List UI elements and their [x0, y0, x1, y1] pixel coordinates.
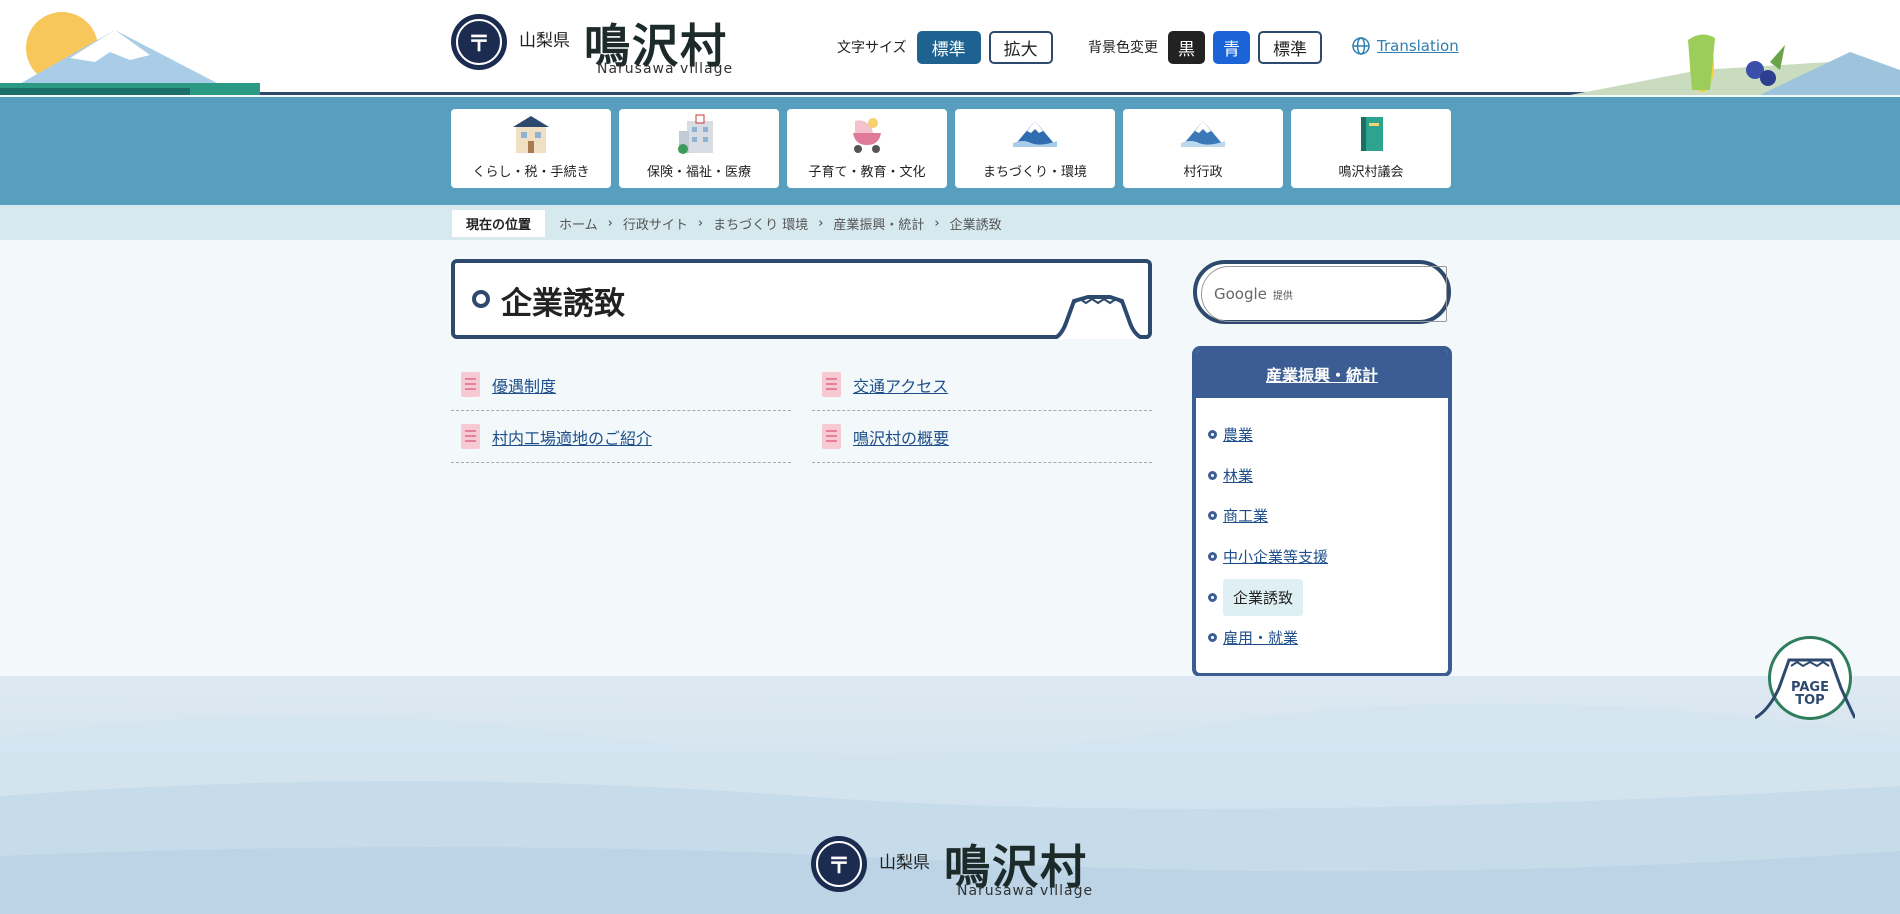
- font-size-standard-button[interactable]: 標準: [916, 30, 981, 64]
- site-footer: 〒 山梨県 鳴沢村 Narusawa village: [0, 676, 1900, 914]
- document-icon: [822, 424, 841, 449]
- list-item: 鳴沢村の概要: [812, 411, 1152, 463]
- village-emblem-icon: 〒: [811, 836, 867, 892]
- breadcrumb-band: 現在の位置 ホーム › 行政サイト › まちづくり 環境 › 産業振興・統計 ›…: [0, 205, 1900, 240]
- chevron-right-icon: ›: [697, 216, 704, 231]
- sidebar-item-employment: 雇用・就業: [1208, 617, 1448, 658]
- hospital-icon: [678, 114, 713, 154]
- title-bullet-icon: [472, 290, 490, 308]
- sidebar-item-business-attraction: 企業誘致: [1208, 577, 1448, 618]
- list-item: 交通アクセス: [812, 359, 1152, 411]
- font-size-switcher: 文字サイズ 標準 拡大: [837, 30, 1053, 64]
- translation-label: Translation: [1377, 37, 1459, 55]
- provided-label: 提供: [1272, 290, 1293, 302]
- nav-town-planning-environment[interactable]: まちづくり・環境: [955, 109, 1115, 188]
- breadcrumb-here-label: 現在の位置: [452, 210, 546, 237]
- nav-living-tax-procedures[interactable]: くらし・税・手続き: [451, 109, 611, 188]
- list-item: 村内工場適地のご紹介: [451, 411, 791, 463]
- bg-color-label: 背景色変更: [1088, 40, 1158, 56]
- mount-fuji-illustration: [0, 0, 270, 95]
- page-top-label: PAGE TOP: [1791, 680, 1829, 708]
- sidebar-item-commerce: 商工業: [1208, 495, 1448, 536]
- nav-insurance-welfare-medical[interactable]: 保険・福祉・医療: [619, 109, 779, 188]
- page-title-box: 企業誘致: [451, 259, 1152, 339]
- content-link-list: 優遇制度 交通アクセス 村内工場適地のご紹介 鳴沢村の概要: [451, 359, 1152, 463]
- sidebar-item-forestry: 林業: [1208, 455, 1448, 496]
- background-color-switcher: 背景色変更 黒 青 標準: [1088, 30, 1322, 64]
- footer-logo-roman-name: Narusawa village: [957, 883, 1094, 899]
- list-item: 優遇制度: [451, 359, 791, 411]
- document-icon: [461, 424, 480, 449]
- book-icon: [1361, 117, 1383, 151]
- sidebar-submenu: 産業振興・統計 農業 林業 商工業 中小企業等支援 企業誘致 雇用・就業: [1192, 346, 1452, 677]
- footer-logo[interactable]: 〒 山梨県 鳴沢村 Narusawa village: [811, 830, 1101, 902]
- sidebar-heading-link[interactable]: 産業振興・統計: [1266, 362, 1378, 386]
- breadcrumb-current: 企業誘致: [949, 218, 1002, 233]
- search-input[interactable]: Google 提供: [1201, 266, 1447, 322]
- bullet-icon: [1208, 551, 1217, 561]
- chevron-right-icon: ›: [818, 216, 824, 231]
- logo-prefecture: 山梨県: [519, 31, 570, 51]
- baby-stroller-icon: [853, 118, 881, 153]
- globe-icon: [1352, 37, 1370, 55]
- logo-roman-name: Narusawa village: [597, 61, 734, 77]
- nav-childcare-education-culture[interactable]: 子育て・教育・文化: [787, 109, 947, 188]
- breadcrumb: 現在の位置 ホーム › 行政サイト › まちづくり 環境 › 産業振興・統計 ›…: [452, 210, 1002, 237]
- sidebar-item-sme-support: 中小企業等支援: [1208, 536, 1448, 577]
- bg-standard-button[interactable]: 標準: [1258, 30, 1322, 64]
- bg-black-button[interactable]: 黒: [1168, 30, 1205, 64]
- corn-and-berry-illustration: [1570, 0, 1900, 95]
- bullet-icon: [1208, 470, 1217, 480]
- chevron-right-icon: ›: [934, 216, 940, 231]
- site-search: Google 提供: [1193, 260, 1451, 324]
- google-label: Google: [1214, 285, 1267, 303]
- link-preferential-system[interactable]: 優遇制度: [492, 373, 556, 397]
- chevron-right-icon: ›: [607, 216, 613, 231]
- link-factory-sites[interactable]: 村内工場適地のご紹介: [492, 425, 652, 449]
- mountain-icon: [1013, 121, 1057, 147]
- page-top-button[interactable]: PAGE TOP: [1755, 636, 1855, 722]
- breadcrumb-home[interactable]: ホーム: [559, 214, 598, 233]
- translation-link[interactable]: Translation: [1351, 36, 1459, 56]
- site-logo[interactable]: 〒 山梨県 鳴沢村 Narusawa village: [451, 12, 741, 80]
- bullet-icon: [1208, 511, 1217, 521]
- document-icon: [822, 372, 841, 397]
- footer-logo-prefecture: 山梨県: [879, 853, 930, 873]
- bullet-icon: [1208, 633, 1217, 643]
- global-nav-band: くらし・税・手続き 保険・福祉・医療 子育て・教育・文化 まちづくり・環境 村行…: [0, 97, 1900, 205]
- site-header: 〒 山梨県 鳴沢村 Narusawa village 文字サイズ 標準 拡大 背…: [0, 0, 1900, 95]
- mountain-icon: [1181, 121, 1225, 147]
- link-transport-access[interactable]: 交通アクセス: [853, 373, 948, 397]
- bg-blue-button[interactable]: 青: [1213, 30, 1250, 64]
- house-icon: [513, 116, 549, 153]
- font-size-label: 文字サイズ: [837, 40, 907, 56]
- nav-village-administration[interactable]: 村行政: [1123, 109, 1283, 188]
- sidebar-item-agriculture: 農業: [1208, 414, 1448, 455]
- sidebar-heading: 産業振興・統計: [1196, 350, 1448, 398]
- bullet-icon: [1208, 592, 1217, 602]
- global-nav: くらし・税・手続き 保険・福祉・医療 子育て・教育・文化 まちづくり・環境 村行…: [451, 109, 1451, 188]
- bullet-icon: [1208, 429, 1217, 439]
- page-title: 企業誘致: [501, 286, 625, 322]
- link-village-overview[interactable]: 鳴沢村の概要: [853, 425, 949, 449]
- document-icon: [461, 372, 480, 397]
- breadcrumb-industry[interactable]: 産業振興・統計: [833, 214, 924, 233]
- breadcrumb-town-planning[interactable]: まちづくり 環境: [713, 214, 808, 233]
- font-size-large-button[interactable]: 拡大: [988, 30, 1053, 64]
- breadcrumb-admin-site[interactable]: 行政サイト: [623, 214, 688, 233]
- mount-fuji-outline-icon: [1050, 295, 1148, 339]
- village-emblem-icon: 〒: [451, 14, 507, 70]
- nav-village-assembly[interactable]: 鳴沢村議会: [1291, 109, 1451, 188]
- mount-fuji-outline-icon: [1755, 658, 1855, 720]
